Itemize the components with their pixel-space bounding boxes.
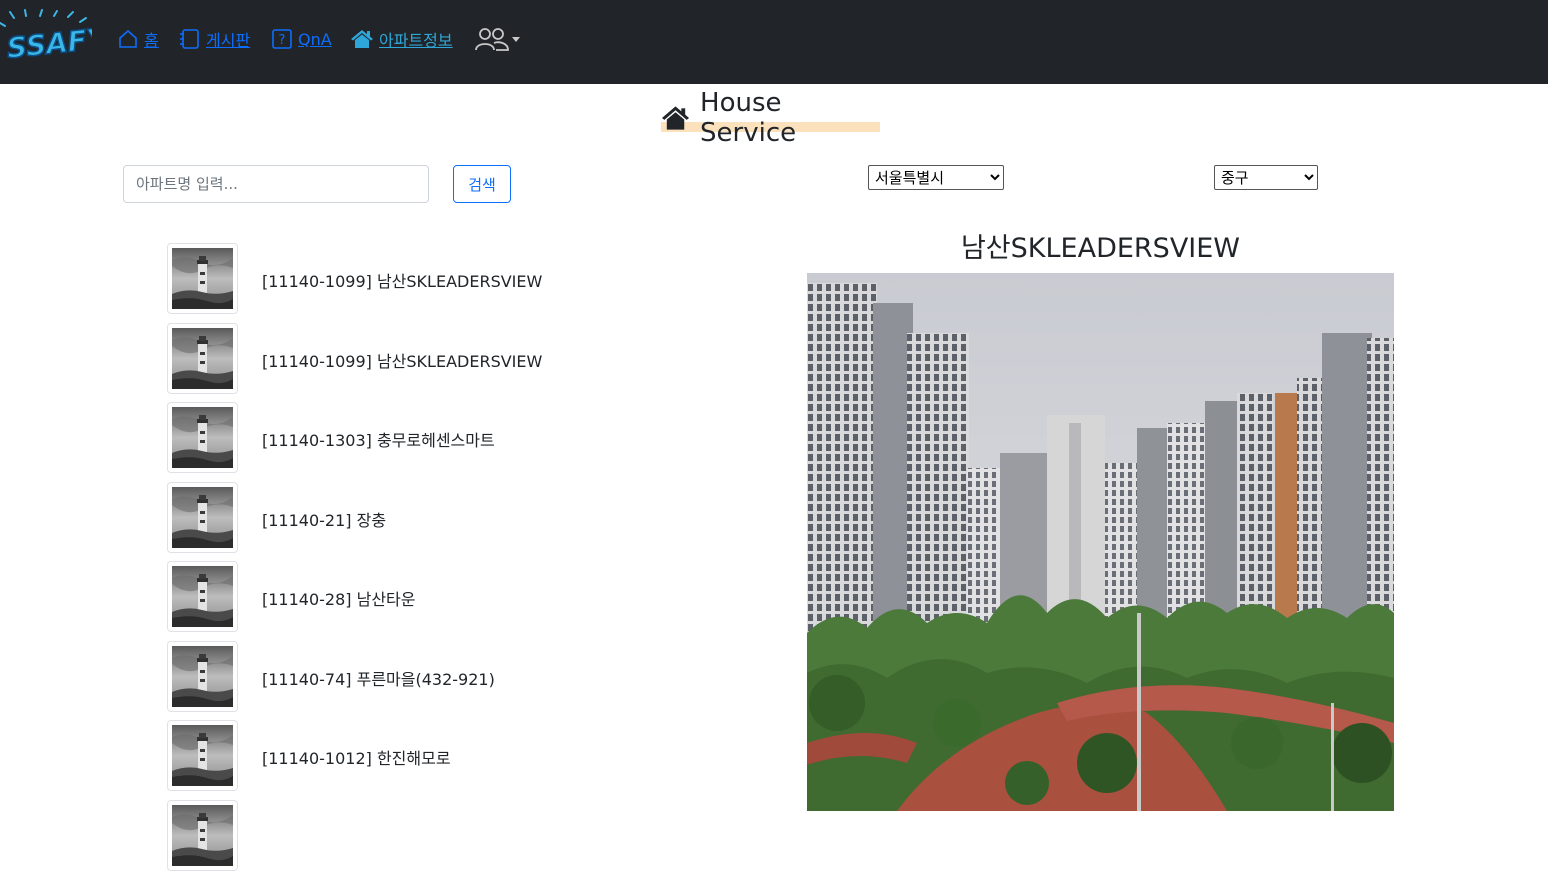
apartment-list-label: [11140-1012] 한진해모로 xyxy=(262,749,451,768)
user-menu-dropdown[interactable] xyxy=(474,24,522,54)
apartment-thumbnail xyxy=(167,561,238,632)
svg-text:SSAFY: SSAFY xyxy=(5,21,92,64)
apartment-thumbnail xyxy=(167,402,238,473)
apartment-search-input[interactable] xyxy=(123,165,429,203)
apartment-thumbnail xyxy=(167,640,238,712)
apartment-list-label: [11140-1303] 충무로헤센스마트 xyxy=(262,431,495,450)
ssafy-logo[interactable]: SSAFY xyxy=(0,8,112,66)
apartment-list-item[interactable]: [11140-1303] 충무로헤센스마트 xyxy=(167,402,667,474)
apartment-list-label: [11140-1099] 남산SKLEADERSVIEW xyxy=(262,272,543,291)
nav-link-qna[interactable]: ? QnA xyxy=(271,26,332,52)
apartment-list-label: [11140-28] 남산타운 xyxy=(262,590,416,609)
notebook-icon xyxy=(180,29,199,49)
apartment-list-item[interactable]: [11140-1099] 남산SKLEADERSVIEW xyxy=(167,243,667,315)
apartment-detail-title: 남산SKLEADERSVIEW xyxy=(960,233,1241,264)
apartment-list-item[interactable]: [11140-28] 남산타운 xyxy=(167,561,667,633)
nav-link-board[interactable]: 게시판 xyxy=(179,26,250,52)
house-fill-icon xyxy=(351,30,373,48)
apartment-thumbnail xyxy=(167,481,238,553)
apartment-list-label: [11140-74] 푸른마을(432-921) xyxy=(262,669,495,689)
apartment-list-item[interactable]: [11140-74] 푸른마을(432-921) xyxy=(167,640,667,713)
people-icon xyxy=(475,28,509,51)
svg-text:?: ? xyxy=(279,33,286,48)
home-outline-icon xyxy=(119,29,137,48)
apartment-list-item[interactable]: [11140-21] 장충 xyxy=(167,481,667,554)
caret-down-icon xyxy=(512,37,520,42)
nav-link-apartment-info[interactable]: 아파트정보 xyxy=(350,26,453,52)
house-fill-icon xyxy=(661,106,690,130)
nav-link-label: QnA xyxy=(298,29,332,49)
nav-link-label: 아파트정보 xyxy=(379,31,453,50)
page-title: House Service xyxy=(661,88,880,148)
apartment-thumbnail xyxy=(167,720,238,791)
apartment-list-label: [11140-1099] 남산SKLEADERSVIEW xyxy=(262,351,543,371)
question-square-icon: ? xyxy=(272,29,292,49)
apartment-list-label: [11140-21] 장충 xyxy=(262,510,387,530)
apartment-list: [11140-1099] 남산SKLEADERSVIEW [11140-1099… xyxy=(167,243,667,879)
apartment-thumbnail xyxy=(167,243,238,314)
apartment-list-item[interactable]: [11140-1012] 한진해모로 xyxy=(167,720,667,792)
nav-link-home[interactable]: 홈 xyxy=(117,26,159,52)
nav-link-label: 게시판 xyxy=(206,31,251,50)
city-select[interactable]: 서울특별시 xyxy=(868,165,1004,190)
nav-link-label: 홈 xyxy=(144,31,159,50)
apartment-list-item[interactable]: [11140-1099] 남산SKLEADERSVIEW xyxy=(167,322,667,395)
search-button[interactable]: 검색 xyxy=(453,165,511,203)
apartment-thumbnail xyxy=(167,799,238,871)
apartment-photo xyxy=(807,273,1394,811)
apartment-list-item[interactable] xyxy=(167,799,667,872)
navbar: SSAFY 홈 게시판 ? QnA 아파트정보 xyxy=(0,0,1548,84)
page-title-text: House Service xyxy=(700,88,797,148)
district-select[interactable]: 중구 xyxy=(1214,165,1318,190)
apartment-thumbnail xyxy=(167,322,238,394)
